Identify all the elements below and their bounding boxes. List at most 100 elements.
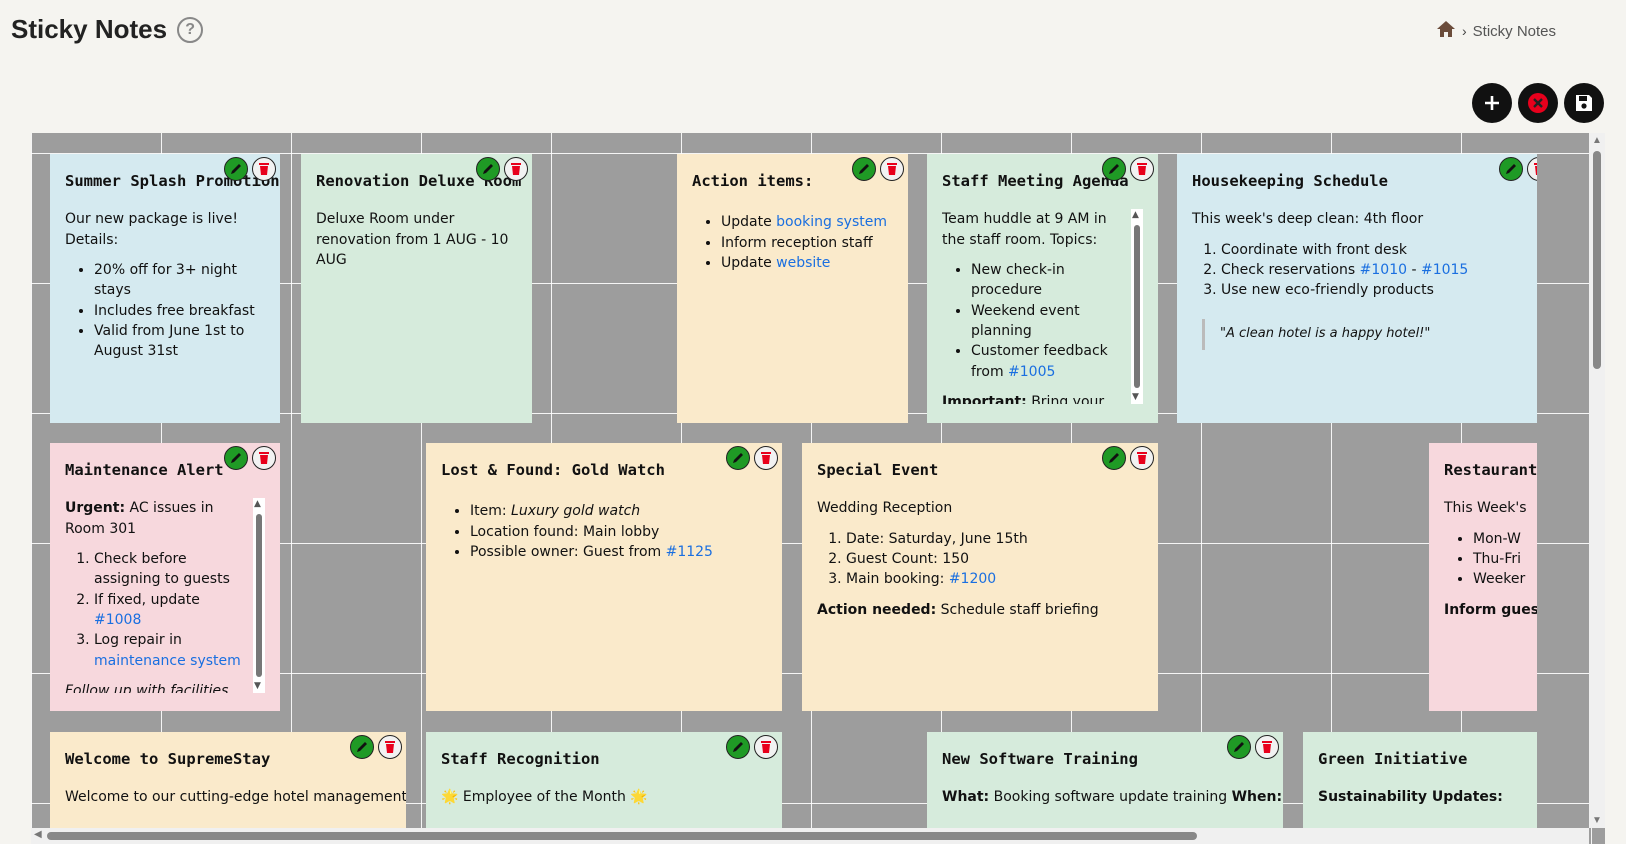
note-title: Restaurant [1444, 461, 1537, 479]
delete-note-button[interactable] [1527, 157, 1537, 181]
edit-note-button[interactable] [350, 735, 374, 759]
note-lost-and-found[interactable]: Lost & Found: Gold Watch Item: Luxury go… [426, 443, 782, 711]
list-item: Possible owner: Guest from #1125 [470, 542, 767, 562]
breadcrumb-current: Sticky Notes [1472, 22, 1556, 40]
list-item: Coordinate with front desk [1221, 240, 1522, 260]
trash-icon [511, 163, 521, 175]
delete-note-button[interactable] [754, 735, 778, 759]
note-scroll-area[interactable]: Urgent: AC issues in Room 301 Check befo… [65, 498, 265, 694]
delete-note-button[interactable] [1255, 735, 1279, 759]
trash-icon [259, 452, 269, 464]
note-scrollbar[interactable]: ▲ ▼ [253, 498, 265, 694]
trash-icon [1137, 163, 1147, 175]
save-board-button[interactable] [1564, 83, 1604, 123]
pencil-icon [1109, 453, 1119, 463]
inform-label: Inform gues [1444, 601, 1537, 618]
trash-icon [761, 741, 771, 753]
pencil-icon [1109, 164, 1119, 174]
reservation-link[interactable]: #1125 [666, 544, 713, 560]
edit-note-button[interactable] [224, 446, 248, 470]
website-link[interactable]: website [776, 255, 830, 271]
pencil-icon [1506, 164, 1516, 174]
reservation-link[interactable]: #1015 [1421, 262, 1468, 278]
delete-note-button[interactable] [880, 157, 904, 181]
edit-note-button[interactable] [1499, 157, 1523, 181]
reservation-link[interactable]: #1008 [94, 612, 141, 628]
reservation-link[interactable]: #1010 [1360, 262, 1407, 278]
note-text: Inform gues [1444, 600, 1537, 620]
sticky-notes-board[interactable]: Summer Splash Promotion Our new package … [31, 133, 1605, 844]
list-item-text: Log repair in [94, 632, 182, 649]
note-renovation-deluxe-room[interactable]: Renovation Deluxe Room Deluxe Room under… [301, 154, 532, 423]
note-staff-meeting-agenda[interactable]: Staff Meeting Agenda Team huddle at 9 AM… [927, 154, 1158, 423]
trash-icon [1137, 452, 1147, 464]
list-item: Update website [721, 253, 893, 273]
list-item-text: Item: [470, 503, 512, 520]
note-text: Our new package is live! Details: [65, 211, 238, 248]
list-item: Update booking system [721, 212, 893, 232]
add-note-button[interactable] [1472, 83, 1512, 123]
edit-note-button[interactable] [1102, 157, 1126, 181]
list-item-text: If fixed, update [94, 591, 200, 608]
delete-note-button[interactable] [1130, 157, 1154, 181]
note-scroll-area[interactable]: Team huddle at 9 AM in the staff room. T… [942, 209, 1143, 405]
note-special-event[interactable]: Special Event Wedding Reception Date: Sa… [802, 443, 1158, 711]
list-item-text: Main booking: [846, 571, 949, 588]
board-toolbar [1472, 83, 1604, 123]
plus-icon [1485, 96, 1499, 110]
breadcrumb: › Sticky Notes [1436, 20, 1556, 42]
clear-board-button[interactable] [1518, 83, 1558, 123]
delete-note-button[interactable] [504, 157, 528, 181]
list-item-text: Check reservations [1221, 262, 1360, 279]
edit-note-button[interactable] [726, 735, 750, 759]
delete-note-button[interactable] [378, 735, 402, 759]
note-text: Welcome to our cutting-edge hotel manage… [65, 789, 406, 806]
trash-icon [887, 163, 897, 175]
booking-system-link[interactable]: booking system [776, 214, 887, 230]
note-list: 20% off for 3+ night stays Includes free… [65, 260, 265, 361]
delete-note-button[interactable] [252, 446, 276, 470]
edit-note-button[interactable] [1102, 446, 1126, 470]
note-title: Welcome to SupremeStay [65, 750, 271, 768]
edit-note-button[interactable] [476, 157, 500, 181]
pencil-icon [1234, 742, 1244, 752]
delete-note-button[interactable] [252, 157, 276, 181]
sustainability-label: Sustainability Updates: [1318, 789, 1503, 806]
note-maintenance-alert[interactable]: Maintenance Alert Urgent: AC issues in R… [50, 443, 280, 711]
note-action-items[interactable]: Action items: Update booking system Info… [677, 154, 908, 423]
note-text: Follow up with facilities team ASAP [65, 682, 229, 694]
note-housekeeping-schedule[interactable]: Housekeeping Schedule This week's deep c… [1177, 154, 1537, 423]
list-item: Guest Count: 150 [846, 549, 1143, 569]
list-item: Check reservations #1010 - #1015 [1221, 260, 1522, 280]
maintenance-system-link[interactable]: maintenance system [94, 653, 241, 669]
reservation-link[interactable]: #1200 [949, 571, 996, 587]
help-icon[interactable]: ? [177, 16, 204, 43]
note-text: This week's deep clean: 4th floor [1192, 211, 1424, 228]
delete-note-button[interactable] [1130, 446, 1154, 470]
reservation-link[interactable]: #1005 [1008, 364, 1055, 380]
important-label: Important: [942, 393, 1027, 405]
list-item: Mon-W [1473, 529, 1522, 549]
trash-icon [761, 452, 771, 464]
trash-icon [1534, 163, 1537, 175]
delete-note-button[interactable] [754, 446, 778, 470]
note-text: Action needed: Schedule staff briefing [817, 600, 1143, 620]
what-label: What: [942, 789, 990, 806]
board-horizontal-scrollbar[interactable]: ◀ [31, 828, 1589, 844]
edit-note-button[interactable] [726, 446, 750, 470]
note-list: Check before assigning to guests If fixe… [65, 549, 247, 671]
list-item: Check before assigning to guests [94, 549, 247, 590]
edit-note-button[interactable] [852, 157, 876, 181]
note-restaurant[interactable]: Restaurant This Week's Mon-W Thu-Fri Wee… [1429, 443, 1537, 711]
list-item: Customer feedback from #1005 [971, 341, 1125, 382]
note-list: Item: Luxury gold watch Location found: … [441, 501, 767, 562]
edit-note-button[interactable] [1227, 735, 1251, 759]
note-summer-splash-promotion[interactable]: Summer Splash Promotion Our new package … [50, 154, 280, 423]
board-vertical-scrollbar[interactable]: ▲ ▼ [1589, 133, 1605, 828]
note-scrollbar[interactable]: ▲ ▼ [1131, 209, 1143, 405]
list-item: Date: Saturday, June 15th [846, 529, 1143, 549]
list-item: Log repair in maintenance system [94, 630, 247, 671]
home-icon[interactable] [1436, 20, 1456, 42]
floppy-disk-icon [1576, 95, 1592, 111]
edit-note-button[interactable] [224, 157, 248, 181]
